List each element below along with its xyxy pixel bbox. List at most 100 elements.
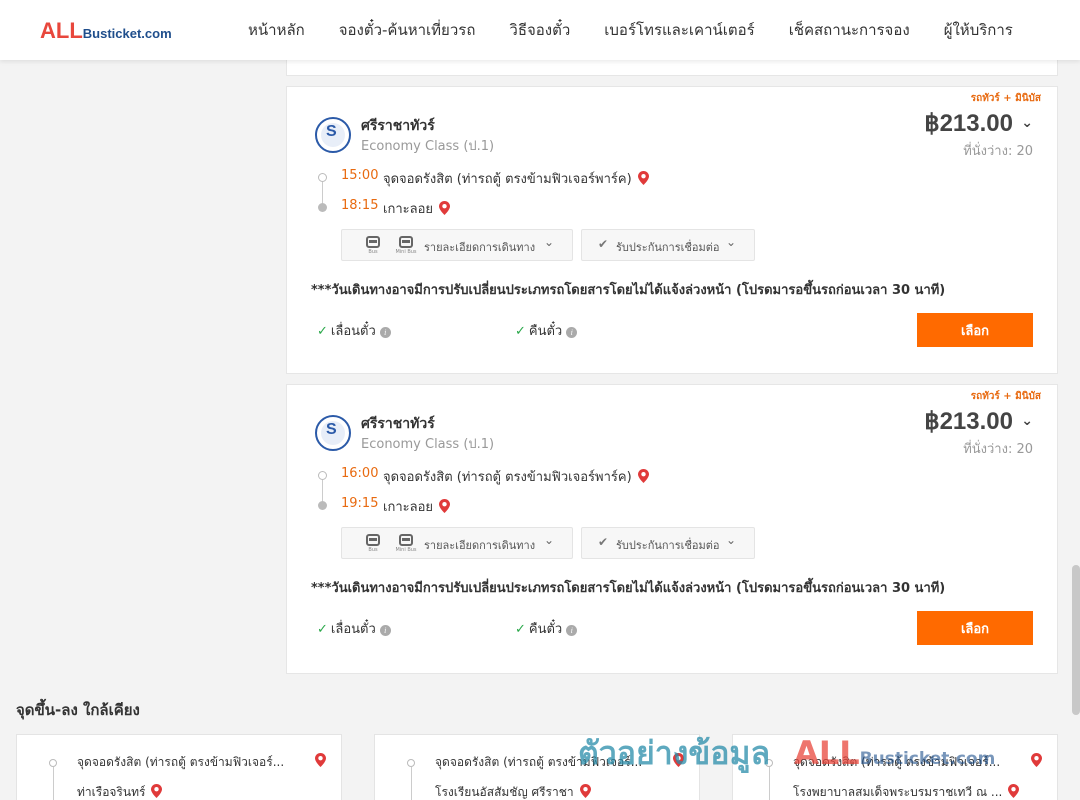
reschedule-option: ✓ เลื่อนตั๋ว i xyxy=(317,320,391,341)
operator-name: ศรีราชาทัวร์ xyxy=(361,416,435,432)
check-icon: ✓ xyxy=(317,622,328,637)
route-detail-button[interactable]: Bus Mini Bus รายละเอียดการเดินทาง ⌄ xyxy=(341,527,573,559)
chevron-down-icon: ⌄ xyxy=(544,533,555,547)
nav-booking[interactable]: จองตั๋ว-ค้นหาเที่ยวรถ xyxy=(339,18,476,42)
refund-label: คืนตั๋ว xyxy=(528,622,563,637)
arrival-time: 19:15 xyxy=(341,496,379,511)
watermark-domain: Busticket.com xyxy=(859,749,996,769)
logo-domain: Busticket.com xyxy=(82,26,172,41)
price[interactable]: ฿213.00 xyxy=(924,407,1013,436)
map-pin-icon[interactable] xyxy=(151,784,163,798)
operator-logo-icon: S xyxy=(315,415,351,451)
map-pin-icon[interactable] xyxy=(637,171,649,185)
bus-icon: Bus xyxy=(362,534,384,553)
nav-contacts[interactable]: เบอร์โทรและเคาน์เตอร์ xyxy=(604,18,754,42)
select-trip-button[interactable]: เลือก xyxy=(917,611,1033,645)
nav-operators[interactable]: ผู้ให้บริการ xyxy=(944,18,1013,42)
connection-guarantee-label: รับประกันการเชื่อมต่อ xyxy=(616,539,720,552)
vehicle-type-tag: รถทัวร์ + มินิบัส xyxy=(970,93,1041,104)
nav-home[interactable]: หน้าหลัก xyxy=(248,18,305,42)
vehicle-type-tag: รถทัวร์ + มินิบัส xyxy=(970,391,1041,402)
route-detail-label: รายละเอียดการเดินทาง xyxy=(424,539,536,552)
schedule-notice: ***วันเดินทางอาจมีการปรับเปลี่ยนประเภทรถ… xyxy=(311,283,946,298)
nearby-to-label: โรงพยาบาลสมเด็จพระบรมราชเทวี ณ ... xyxy=(793,785,1003,799)
info-icon[interactable]: i xyxy=(379,327,391,338)
reschedule-label: เลื่อนตั๋ว xyxy=(330,622,376,637)
sample-watermark: ตัวอย่างข้อมูล ALLBusticket.com xyxy=(578,728,995,779)
select-trip-button[interactable]: เลือก xyxy=(917,313,1033,347)
watermark-text: ตัวอย่างข้อมูล xyxy=(578,734,771,772)
map-pin-icon[interactable] xyxy=(439,499,450,513)
arrival-place-label: เกาะลอย xyxy=(383,500,433,515)
schedule-notice: ***วันเดินทางอาจมีการปรับเปลี่ยนประเภทรถ… xyxy=(311,581,946,596)
info-icon[interactable]: i xyxy=(566,327,578,338)
departure-dot-icon xyxy=(318,173,327,182)
route-detail-button[interactable]: Bus Mini Bus รายละเอียดการเดินทาง ⌄ xyxy=(341,229,573,261)
map-pin-icon[interactable] xyxy=(1031,753,1042,767)
trip-card: รถทัวร์ + มินิบัส S ศรีราชาทัวร์ Economy… xyxy=(286,384,1058,674)
map-pin-icon[interactable] xyxy=(439,201,450,215)
departure-place[interactable]: จุดจอดรังสิต (ท่ารถตู้ ตรงข้ามฟิวเจอร์พา… xyxy=(383,168,649,189)
site-logo[interactable]: ALLBusticket.com xyxy=(40,18,172,44)
departure-place[interactable]: จุดจอดรังสิต (ท่ารถตู้ ตรงข้ามฟิวเจอร์พา… xyxy=(383,466,649,487)
nav-check-status[interactable]: เช็คสถานะการจอง xyxy=(789,18,910,42)
timeline-line xyxy=(53,767,54,800)
nearby-to-label: ท่าเรือจรินทร์ xyxy=(77,785,146,799)
nearby-stops-title: จุดขึ้น-ลง ใกล้เคียง xyxy=(16,701,140,719)
trip-card: รถทัวร์ + มินิบัส S ศรีราชาทัวร์ Economy… xyxy=(286,86,1058,374)
departure-dot-icon xyxy=(49,759,57,767)
chevron-down-icon[interactable]: ⌄ xyxy=(1021,115,1033,131)
nearby-from-label: จุดจอดรังสิต (ท่ารถตู้ ตรงข้ามฟิวเจอร์..… xyxy=(77,755,285,769)
departure-time: 16:00 xyxy=(341,466,379,481)
refund-label: คืนตั๋ว xyxy=(528,324,563,339)
nearby-from: จุดจอดรังสิต (ท่ารถตู้ ตรงข้ามฟิวเจอร์..… xyxy=(77,753,327,772)
map-pin-icon[interactable] xyxy=(315,753,326,767)
arrival-dot-icon xyxy=(318,501,327,510)
nearby-to: โรงพยาบาลสมเด็จพระบรมราชเทวี ณ ... xyxy=(793,783,1020,800)
connection-guarantee-label: รับประกันการเชื่อมต่อ xyxy=(616,241,720,254)
chevron-down-icon: ⌄ xyxy=(726,235,737,249)
map-pin-icon[interactable] xyxy=(579,784,591,798)
connection-guarantee-button[interactable]: ✔ รับประกันการเชื่อมต่อ ⌄ xyxy=(581,527,755,559)
nav-how-to-book[interactable]: วิธีจองตั๋ว xyxy=(509,18,570,42)
page-scrollbar[interactable] xyxy=(1072,565,1080,715)
reschedule-option: ✓ เลื่อนตั๋ว i xyxy=(317,618,391,639)
chevron-down-icon[interactable]: ⌄ xyxy=(1021,413,1033,429)
check-icon: ✓ xyxy=(515,622,526,637)
seats-available: ที่นั่งว่าง: 20 xyxy=(963,442,1033,457)
refund-option: ✓ คืนตั๋ว i xyxy=(515,618,578,639)
seat-class: Economy Class (ป.1) xyxy=(361,437,495,452)
seat-class: Economy Class (ป.1) xyxy=(361,139,495,154)
departure-place-label: จุดจอดรังสิต (ท่ารถตู้ ตรงข้ามฟิวเจอร์พา… xyxy=(383,172,632,187)
departure-dot-icon xyxy=(318,471,327,480)
check-icon: ✓ xyxy=(515,324,526,339)
connection-guarantee-button[interactable]: ✔ รับประกันการเชื่อมต่อ ⌄ xyxy=(581,229,755,261)
logo-all: ALL xyxy=(40,18,83,43)
nearby-to-label: โรงเรียนอัสสัมชัญ ศรีราชา xyxy=(435,785,574,799)
info-icon[interactable]: i xyxy=(566,625,578,636)
route-detail-label: รายละเอียดการเดินทาง xyxy=(424,241,536,254)
nearby-route-card[interactable]: จุดจอดรังสิต (ท่ารถตู้ ตรงข้ามฟิวเจอร์..… xyxy=(16,734,342,800)
bus-icon: Bus xyxy=(362,236,384,255)
chevron-down-icon: ⌄ xyxy=(726,533,737,547)
map-pin-icon[interactable] xyxy=(1008,784,1020,798)
arrival-place-label: เกาะลอย xyxy=(383,202,433,217)
nearby-to: โรงเรียนอัสสัมชัญ ศรีราชา xyxy=(435,783,591,800)
check-icon: ✔ xyxy=(598,535,609,549)
departure-time: 15:00 xyxy=(341,168,379,183)
check-icon: ✓ xyxy=(317,324,328,339)
arrival-place[interactable]: เกาะลอย xyxy=(383,496,450,517)
seats-available: ที่นั่งว่าง: 20 xyxy=(963,144,1033,159)
minibus-icon: Mini Bus xyxy=(395,534,417,553)
map-pin-icon[interactable] xyxy=(637,469,649,483)
arrival-place[interactable]: เกาะลอย xyxy=(383,198,450,219)
watermark-brand: ALL xyxy=(794,734,860,772)
operator-logo-icon: S xyxy=(315,117,351,153)
info-icon[interactable]: i xyxy=(379,625,391,636)
arrival-dot-icon xyxy=(318,203,327,212)
minibus-icon: Mini Bus xyxy=(395,236,417,255)
refund-option: ✓ คืนตั๋ว i xyxy=(515,320,578,341)
reschedule-label: เลื่อนตั๋ว xyxy=(330,324,376,339)
price[interactable]: ฿213.00 xyxy=(924,109,1013,138)
nearby-to: ท่าเรือจรินทร์ xyxy=(77,783,163,800)
